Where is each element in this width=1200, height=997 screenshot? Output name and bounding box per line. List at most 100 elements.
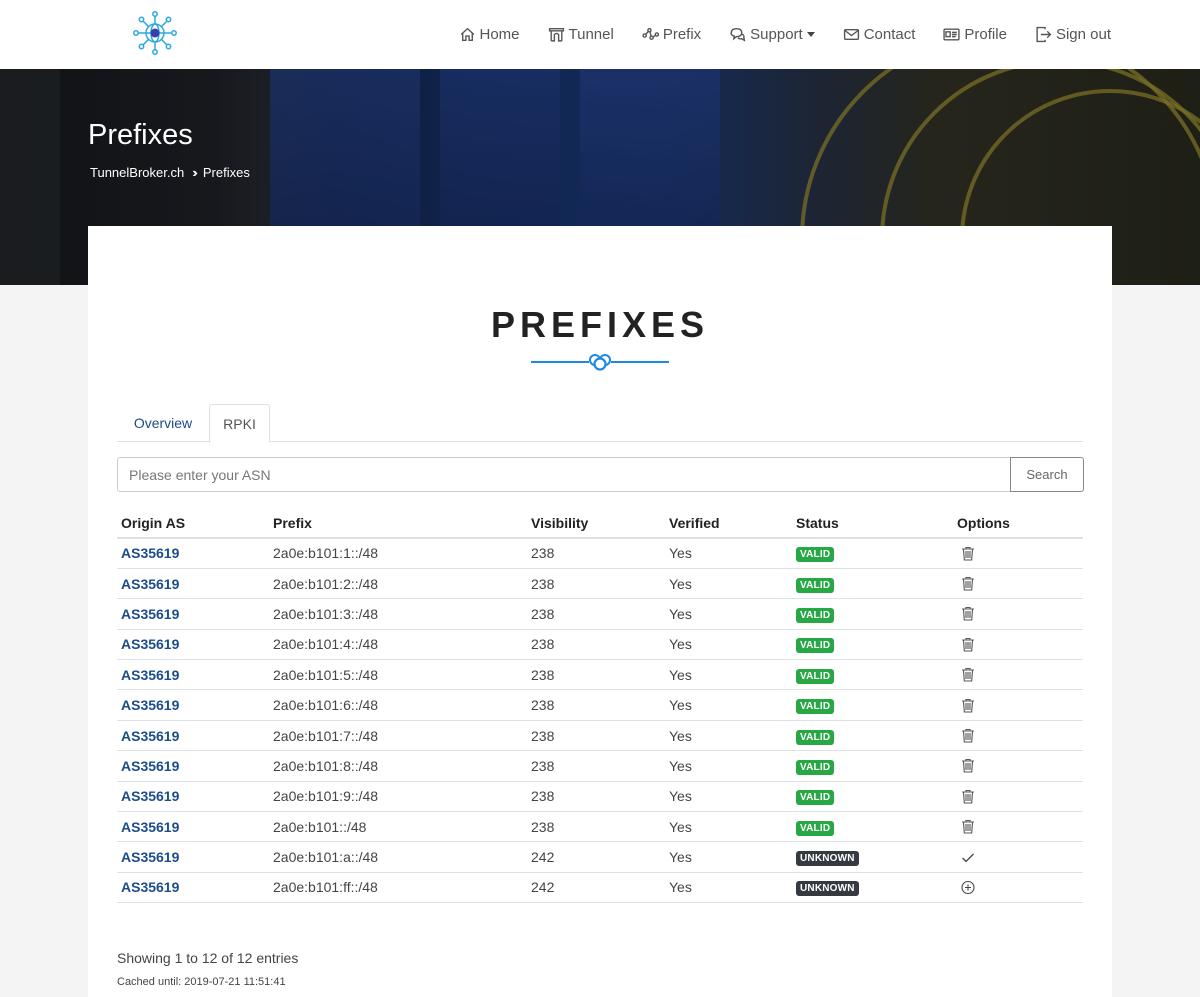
status-badge: UNKNOWN [796, 881, 859, 897]
search-button[interactable]: Search [1010, 457, 1084, 492]
visibility-cell: 238 [527, 781, 665, 813]
verified-cell: Yes [665, 781, 792, 813]
column-header-verified: Verified [665, 508, 792, 539]
status-badge: VALID [796, 577, 835, 593]
visibility-cell: 238 [527, 811, 665, 843]
trash-icon[interactable] [961, 789, 975, 804]
nav-tunnel[interactable]: Tunnel [548, 26, 614, 43]
column-header-status: Status [792, 508, 953, 539]
verified-cell: Yes [665, 720, 792, 752]
table-row: AS35619 2a0e:b101:6::/48 238 Yes VALID [117, 689, 1083, 721]
status-badge: UNKNOWN [796, 851, 859, 867]
breadcrumb-home[interactable]: TunnelBroker.ch [90, 165, 184, 180]
visibility-cell: 238 [527, 659, 665, 691]
chevron-down-icon [806, 32, 815, 37]
origin-as-link[interactable]: AS35619 [117, 720, 269, 752]
content-card: PREFIXES Overview RPKI Search Origin AS … [88, 226, 1112, 997]
nav-contact[interactable]: Contact [843, 26, 915, 43]
origin-as-link[interactable]: AS35619 [117, 659, 269, 691]
column-header-prefix: Prefix [269, 508, 527, 539]
profile-icon [943, 28, 961, 41]
options-cell [953, 811, 1083, 843]
visibility-cell: 242 [527, 872, 665, 904]
support-icon [730, 27, 746, 42]
prefix-cell: 2a0e:b101:a::/48 [269, 841, 527, 873]
origin-as-link[interactable]: AS35619 [117, 689, 269, 721]
origin-as-link[interactable]: AS35619 [117, 841, 269, 873]
table-row: AS35619 2a0e:b101:2::/48 238 Yes VALID [117, 568, 1083, 600]
visibility-cell: 238 [527, 538, 665, 569]
status-badge: VALID [796, 759, 835, 775]
origin-as-link[interactable]: AS35619 [117, 750, 269, 782]
prefix-cell: 2a0e:b101::/48 [269, 811, 527, 843]
table-row: AS35619 2a0e:b101:7::/48 238 Yes VALID [117, 720, 1083, 752]
nav-home-label: Home [479, 26, 520, 43]
column-header-options: Options [953, 508, 1083, 539]
plus-circle-icon[interactable] [961, 880, 975, 895]
nav-home[interactable]: Home [459, 26, 520, 43]
status-cell: VALID [792, 781, 953, 813]
trash-icon[interactable] [961, 606, 975, 622]
navbar: Home Tunnel Prefix Support Contact Profi… [0, 0, 1200, 69]
origin-as-link[interactable]: AS35619 [117, 781, 269, 813]
status-cell: VALID [792, 689, 953, 721]
nav-support[interactable]: Support [729, 26, 815, 43]
prefix-cell: 2a0e:b101:9::/48 [269, 781, 527, 813]
origin-as-link[interactable]: AS35619 [117, 568, 269, 600]
breadcrumb: TunnelBroker.ch ›› Prefixes [90, 165, 250, 180]
prefix-cell: 2a0e:b101:7::/48 [269, 720, 527, 752]
status-badge: VALID [796, 668, 835, 684]
nav-profile-label: Profile [964, 26, 1007, 43]
trash-icon[interactable] [961, 546, 975, 561]
origin-as-link[interactable]: AS35619 [117, 811, 269, 843]
origin-as-link[interactable]: AS35619 [117, 598, 269, 630]
double-chevron-right-icon: ›› [192, 165, 197, 180]
check-icon[interactable] [961, 850, 975, 865]
prefix-table: Origin AS Prefix Visibility Verified Sta… [117, 508, 1083, 904]
column-header-visibility: Visibility [527, 508, 665, 539]
trash-icon[interactable] [961, 576, 975, 591]
nav-profile[interactable]: Profile [943, 26, 1007, 43]
nav-sign-out[interactable]: Sign out [1035, 26, 1111, 43]
options-cell [953, 720, 1083, 752]
nav-prefix[interactable]: Prefix [642, 26, 701, 43]
tab-bar: Overview RPKI [117, 404, 1083, 443]
options-cell [953, 568, 1083, 600]
options-cell [953, 629, 1083, 661]
origin-as-link[interactable]: AS35619 [117, 538, 269, 569]
status-cell: VALID [792, 568, 953, 600]
status-badge: VALID [796, 820, 835, 836]
prefix-cell: 2a0e:b101:6::/48 [269, 689, 527, 721]
trash-icon[interactable] [961, 637, 975, 652]
prefix-icon [642, 27, 659, 40]
origin-as-link[interactable]: AS35619 [117, 629, 269, 661]
table-row: AS35619 2a0e:b101:5::/48 238 Yes VALID [117, 659, 1083, 691]
trash-icon[interactable] [961, 758, 975, 773]
trash-icon[interactable] [961, 667, 975, 682]
contact-icon [843, 29, 859, 40]
verified-cell: Yes [665, 629, 792, 661]
trash-icon[interactable] [961, 728, 975, 743]
nav-tunnel-label: Tunnel [568, 26, 614, 43]
status-badge: VALID [796, 638, 835, 654]
tab-overview[interactable]: Overview [117, 404, 209, 442]
table-row: AS35619 2a0e:b101:9::/48 238 Yes VALID [117, 781, 1083, 813]
asn-search-input[interactable] [117, 457, 1010, 492]
visibility-cell: 238 [527, 629, 665, 661]
table-row: AS35619 2a0e:b101:4::/48 238 Yes VALID [117, 629, 1083, 661]
table-header-row: Origin AS Prefix Visibility Verified Sta… [117, 508, 1083, 539]
home-icon [460, 27, 474, 42]
status-badge: VALID [796, 547, 835, 563]
origin-as-link[interactable]: AS35619 [117, 872, 269, 904]
status-cell: VALID [792, 598, 953, 630]
logo-icon[interactable] [132, 10, 178, 56]
status-cell: VALID [792, 659, 953, 691]
options-cell [953, 841, 1083, 873]
trash-icon[interactable] [961, 698, 975, 713]
options-cell [953, 781, 1083, 813]
tab-rpki[interactable]: RPKI [209, 404, 270, 443]
title-divider-icon [531, 354, 669, 371]
prefix-cell: 2a0e:b101:2::/48 [269, 568, 527, 600]
trash-icon[interactable] [961, 819, 975, 834]
options-cell [953, 598, 1083, 630]
